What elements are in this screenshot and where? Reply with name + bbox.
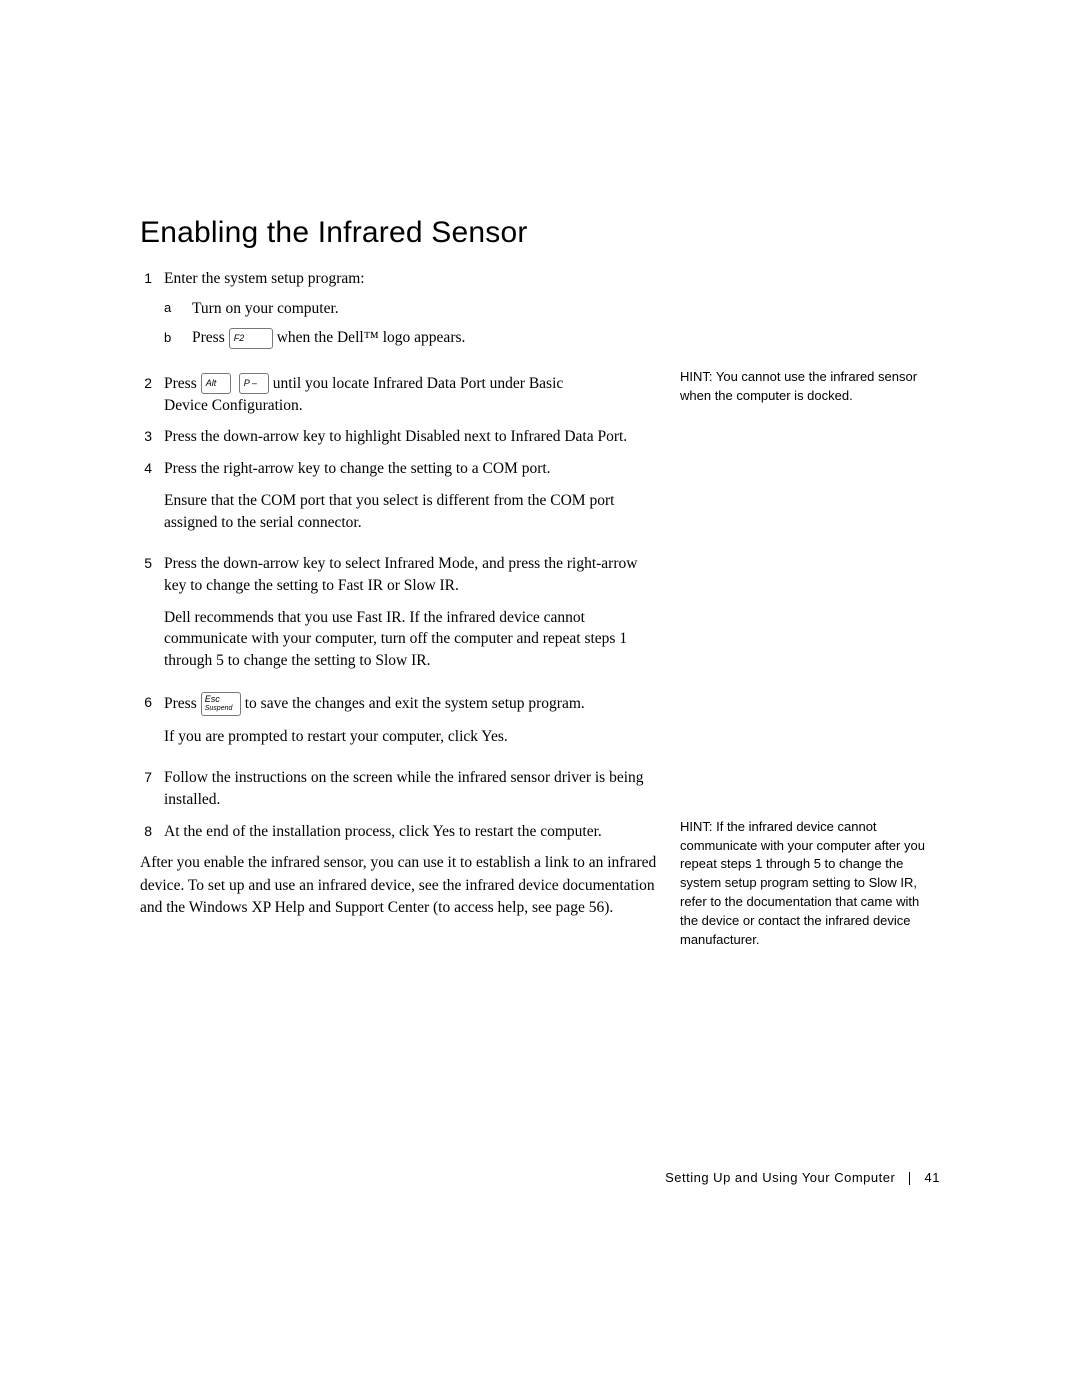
step-number: 7 — [140, 767, 164, 810]
step-number: 2 — [140, 373, 164, 416]
main-column: 1 Enter the system setup program: a Turn… — [140, 268, 660, 920]
step-8-text: At the end of the installation process, … — [164, 821, 660, 843]
page-footer: Setting Up and Using Your Computer 41 — [520, 1170, 940, 1185]
step-2: 2 Press Alt P – until you locate Infrare… — [140, 373, 660, 416]
hint-1: HINT: You cannot use the infrared sensor… — [680, 368, 940, 406]
step-1b-before: Press — [192, 327, 225, 349]
esc-label: Esc — [205, 695, 220, 704]
alt-key-icon: Alt — [201, 373, 231, 394]
step-number: 4 — [140, 458, 164, 543]
step-5-note: Dell recommends that you use Fast IR. If… — [164, 607, 660, 672]
hint-2: HINT: If the infrared device cannot comm… — [680, 818, 940, 950]
step-4: 4 Press the right-arrow key to change th… — [140, 458, 660, 543]
footer-section: Setting Up and Using Your Computer — [665, 1170, 895, 1185]
hint-2-text: If the infrared device cannot communicat… — [680, 819, 925, 947]
step-1a-text: Turn on your computer. — [192, 298, 339, 320]
step-8: 8 At the end of the installation process… — [140, 821, 660, 843]
step-3: 3 Press the down-arrow key to highlight … — [140, 426, 660, 448]
step-1b-after: when the Dell™ logo appears. — [277, 327, 466, 349]
step-2-after: until you locate Infrared Data Port unde… — [273, 373, 564, 395]
step-1a: a Turn on your computer. — [164, 298, 660, 320]
step-number: 5 — [140, 553, 164, 681]
substep-letter: b — [164, 329, 192, 347]
step-1: 1 Enter the system setup program: a Turn… — [140, 268, 660, 357]
hint-label: HINT: — [680, 369, 713, 384]
esc-suspend-key-icon: Esc Suspend — [201, 692, 241, 716]
step-1-text: Enter the system setup program: — [164, 270, 365, 287]
footer-separator-icon — [909, 1172, 910, 1185]
suspend-label: Suspend — [205, 705, 233, 712]
step-number: 6 — [140, 692, 164, 758]
step-number: 8 — [140, 821, 164, 843]
step-3-text: Press the down-arrow key to highlight Di… — [164, 426, 660, 448]
hint-column: HINT: You cannot use the infrared sensor… — [680, 268, 940, 972]
closing-paragraph: After you enable the infrared sensor, yo… — [140, 852, 660, 919]
hint-label: HINT: — [680, 819, 713, 834]
step-2-line2: Device Configuration. — [164, 395, 660, 417]
step-5: 5 Press the down-arrow key to select Inf… — [140, 553, 660, 681]
step-5-text: Press the down-arrow key to select Infra… — [164, 553, 660, 596]
hint-1-text: You cannot use the infrared sensor when … — [680, 369, 917, 403]
step-2-before: Press — [164, 373, 197, 395]
page-heading: Enabling the Infrared Sensor — [140, 216, 940, 250]
step-6-note: If you are prompted to restart your comp… — [164, 726, 660, 748]
step-7: 7 Follow the instructions on the screen … — [140, 767, 660, 810]
step-6-before: Press — [164, 693, 197, 715]
step-7-text: Follow the instructions on the screen wh… — [164, 767, 660, 810]
f2-key-icon: F2 — [229, 328, 273, 349]
step-4-note: Ensure that the COM port that you select… — [164, 490, 660, 533]
step-4-text: Press the right-arrow key to change the … — [164, 458, 660, 480]
step-6: 6 Press Esc Suspend to save the changes … — [140, 692, 660, 758]
step-number: 3 — [140, 426, 164, 448]
substep-letter: a — [164, 299, 192, 317]
p-key-icon: P – — [239, 373, 269, 394]
step-1b: b Press F2 when the Dell™ logo appears. — [164, 327, 660, 349]
step-6-after: to save the changes and exit the system … — [245, 693, 585, 715]
step-number: 1 — [140, 268, 164, 357]
footer-page-number: 41 — [925, 1170, 940, 1185]
